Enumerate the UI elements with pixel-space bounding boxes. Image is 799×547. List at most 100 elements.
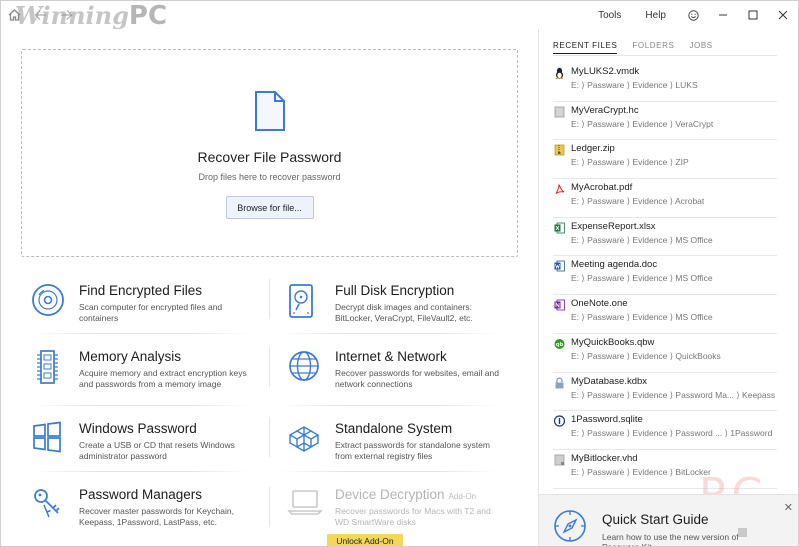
file-name: MyLUKS2.vmdk <box>571 66 640 77</box>
tab-folders[interactable]: FOLDERS <box>632 41 674 54</box>
zip-icon <box>554 145 565 156</box>
tile-memory-analysis[interactable]: Memory Analysis Acquire memory and extra… <box>31 349 251 411</box>
keys-icon <box>34 489 60 518</box>
recent-file-item[interactable]: MyVeraCrypt.hc E: ⟩ Passware ⟩ Evidence … <box>553 102 777 141</box>
title-bar: WinningPC Tools Help <box>1 1 798 31</box>
file-name: MyQuickBooks.qbw <box>571 336 655 348</box>
laptop-icon <box>287 490 323 515</box>
tile-standalone-system[interactable]: Standalone System Extract passwords for … <box>287 421 507 483</box>
windows-icon <box>33 421 61 453</box>
hard-drive-icon <box>289 284 313 318</box>
tab-underline <box>553 55 777 56</box>
close-button[interactable] <box>768 1 798 29</box>
recent-file-item[interactable]: OneNote.one E: ⟩ Passware ⟩ Evidence ⟩ M… <box>553 295 777 334</box>
side-tabs: RECENT FILES FOLDERS JOBS <box>553 41 728 54</box>
back-button[interactable] <box>27 1 53 29</box>
recent-file-item[interactable]: ExpenseReport.xlsx E: ⟩ Passware ⟩ Evide… <box>553 218 777 257</box>
tile-title: Standalone System <box>335 421 453 436</box>
recent-file-item[interactable]: MyLUKS2.vmdk E: ⟩ Passware ⟩ Evidence ⟩ … <box>553 63 777 102</box>
column-divider <box>269 487 270 527</box>
tile-find-encrypted-files[interactable]: Find Encrypted Files Scan computer for e… <box>31 283 251 345</box>
recent-file-item[interactable]: 1Password.sqlite E: ⟩ Passware ⟩ Evidenc… <box>553 411 777 450</box>
maximize-icon <box>748 10 758 20</box>
tile-windows-password[interactable]: Windows Password Create a USB or CD that… <box>31 421 251 483</box>
unlock-addon-button[interactable]: Unlock Add-On <box>327 534 403 546</box>
file-path: E: ⟩ Passware ⟩ Evidence ⟩ VeraCrypt <box>571 118 714 129</box>
tile-title: Full Disk Encryption <box>335 283 455 298</box>
maximize-button[interactable] <box>738 1 768 29</box>
file-name: Meeting agenda.doc <box>571 259 658 271</box>
word-icon <box>554 261 565 272</box>
file-name: Ledger.zip <box>571 143 615 155</box>
tile-internet-network[interactable]: Internet & Network Recover passwords for… <box>287 349 507 411</box>
onepassword-icon <box>554 415 565 427</box>
container-icon <box>554 106 565 118</box>
tile-password-managers[interactable]: Password Managers Recover master passwor… <box>31 487 251 546</box>
tile-description: Recover passwords for websites, email an… <box>335 368 499 389</box>
quick-start-panel[interactable]: Quick Start Guide Learn how to use the n… <box>539 494 798 546</box>
help-menu[interactable]: Help <box>633 10 678 21</box>
tile-full-disk-encryption[interactable]: Full Disk Encryption Decrypt disk images… <box>287 283 507 345</box>
memory-chip-icon <box>37 350 58 384</box>
file-path: E: ⟩ Passware ⟩ Evidence ⟩ Password Ma..… <box>571 389 776 400</box>
tile-description: Scan computer for encrypted files and co… <box>79 302 223 323</box>
forward-button[interactable] <box>53 1 79 29</box>
smiley-icon <box>687 9 699 21</box>
drop-zone-title: Recover File Password <box>197 149 342 165</box>
tile-description: Create a USB or CD that resets Windows a… <box>79 440 235 461</box>
tab-jobs[interactable]: JOBS <box>689 41 712 54</box>
file-drop-zone[interactable]: Recover File Password Drop files here to… <box>21 49 518 257</box>
recent-file-item[interactable]: qb MyQuickBooks.qbw E: ⟩ Passware ⟩ Evid… <box>553 334 777 373</box>
recent-file-item[interactable]: MyAcrobat.pdf E: ⟩ Passware ⟩ Evidence ⟩… <box>553 179 777 218</box>
arrow-right-icon <box>60 10 72 20</box>
recent-file-item[interactable]: Meeting agenda.doc E: ⟩ Passware ⟩ Evide… <box>553 256 777 296</box>
recent-file-item[interactable]: Ledger.zip E: ⟩ Passware ⟩ Evidence ⟩ ZI… <box>553 140 777 180</box>
tile-title: Device Decryption Add-On <box>335 487 477 502</box>
globe-icon <box>289 351 319 381</box>
column-divider <box>269 279 270 319</box>
tile-description: Recover passwords for Macs with T2 and W… <box>335 506 491 527</box>
tab-recent-files[interactable]: RECENT FILES <box>553 41 618 54</box>
lock-icon <box>555 377 564 388</box>
tile-title: Memory Analysis <box>79 349 182 364</box>
recent-file-item[interactable]: MyDatabase.kdbx E: ⟩ Passware ⟩ Evidence… <box>553 373 777 412</box>
tile-description: Extract passwords for standalone system … <box>335 440 490 461</box>
column-divider <box>269 347 270 387</box>
file-path: E: ⟩ Passware ⟩ Evidence ⟩ ZIP <box>571 157 689 168</box>
quickbooks-icon: qb <box>554 338 565 349</box>
file-path: E: ⟩ Passware ⟩ Evidence ⟩ MS Office <box>571 273 713 284</box>
column-divider <box>269 417 270 457</box>
disk-image-icon <box>554 454 565 466</box>
file-path: E: ⟩ Passware ⟩ Evidence ⟩ Acrobat <box>571 196 705 207</box>
file-path: E: ⟩ Passware ⟩ Evidence ⟩ BitLocker <box>571 466 711 477</box>
tile-description: Recover master passwords for Keychain, K… <box>79 506 234 527</box>
minimize-icon <box>719 14 727 16</box>
tools-menu[interactable]: Tools <box>586 10 633 21</box>
linux-icon <box>555 67 564 79</box>
cubes-icon <box>289 426 319 452</box>
close-icon <box>778 10 788 20</box>
tile-description: Acquire memory and extract encryption ke… <box>79 368 247 389</box>
file-name: MyAcrobat.pdf <box>571 182 633 194</box>
svg-text:qb: qb <box>556 342 564 348</box>
file-path: E: ⟩ Passware ⟩ Evidence ⟩ MS Office <box>571 312 713 323</box>
arrow-left-icon <box>34 10 46 20</box>
recent-file-item[interactable]: MyBitlocker.vhd E: ⟩ Passware ⟩ Evidence… <box>553 450 777 489</box>
file-path: E: ⟩ Passware ⟩ Evidence ⟩ LUKS <box>571 80 698 90</box>
browse-file-button[interactable]: Browse for file... <box>225 196 314 219</box>
file-path: E: ⟩ Passware ⟩ Evidence ⟩ MS Office <box>571 234 713 245</box>
file-name: OneNote.one <box>571 298 628 310</box>
minimize-button[interactable] <box>708 1 738 29</box>
onenote-icon <box>554 299 565 311</box>
title-menu: Tools Help <box>586 1 798 29</box>
file-name: MyVeraCrypt.hc <box>571 104 639 116</box>
file-path: E: ⟩ Passware ⟩ Evidence ⟩ QuickBooks <box>571 350 721 361</box>
home-button[interactable] <box>1 1 27 29</box>
feedback-button[interactable] <box>678 1 708 29</box>
side-panel: RECENT FILES FOLDERS JOBS MyLUKS2.vmdk E… <box>538 29 798 546</box>
file-name: MyDatabase.kdbx <box>571 375 648 387</box>
pdf-icon <box>555 184 565 194</box>
disc-icon <box>32 284 64 316</box>
external-link-icon <box>738 528 747 537</box>
quick-start-close-icon[interactable]: ✕ <box>784 501 793 514</box>
